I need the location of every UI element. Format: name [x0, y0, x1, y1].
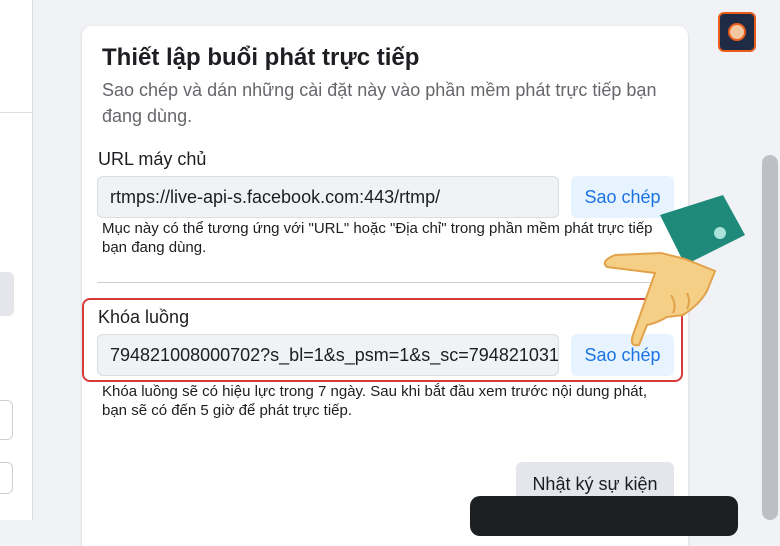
sidebar-field[interactable] [0, 462, 13, 494]
left-sidebar [0, 0, 33, 520]
bottom-toast [470, 496, 738, 536]
sleeve [660, 195, 745, 265]
sidebar-divider [0, 112, 32, 113]
server-url-field[interactable]: rtmps://live-api-s.facebook.com:443/rtmp… [97, 176, 559, 218]
hand [603, 251, 717, 347]
sidebar-item[interactable] [0, 272, 14, 316]
brand-logo-icon [718, 12, 756, 52]
scrollbar-thumb[interactable] [762, 155, 778, 520]
card-title: Thiết lập buổi phát trực tiếp [102, 44, 420, 71]
card-subtitle: Sao chép và dán những cài đặt này vào ph… [102, 80, 657, 126]
sidebar-field[interactable] [0, 400, 13, 440]
server-url-help: Mục này có thể tương ứng với "URL" hoặc … [102, 220, 653, 256]
pointing-hand-icon [603, 195, 745, 347]
server-url-label: URL máy chủ [98, 149, 207, 169]
stream-key-help: Khóa luồng sẽ có hiệu lực trong 7 ngày. … [102, 383, 647, 419]
section-divider [97, 282, 673, 283]
stream-key-highlight [82, 298, 683, 382]
